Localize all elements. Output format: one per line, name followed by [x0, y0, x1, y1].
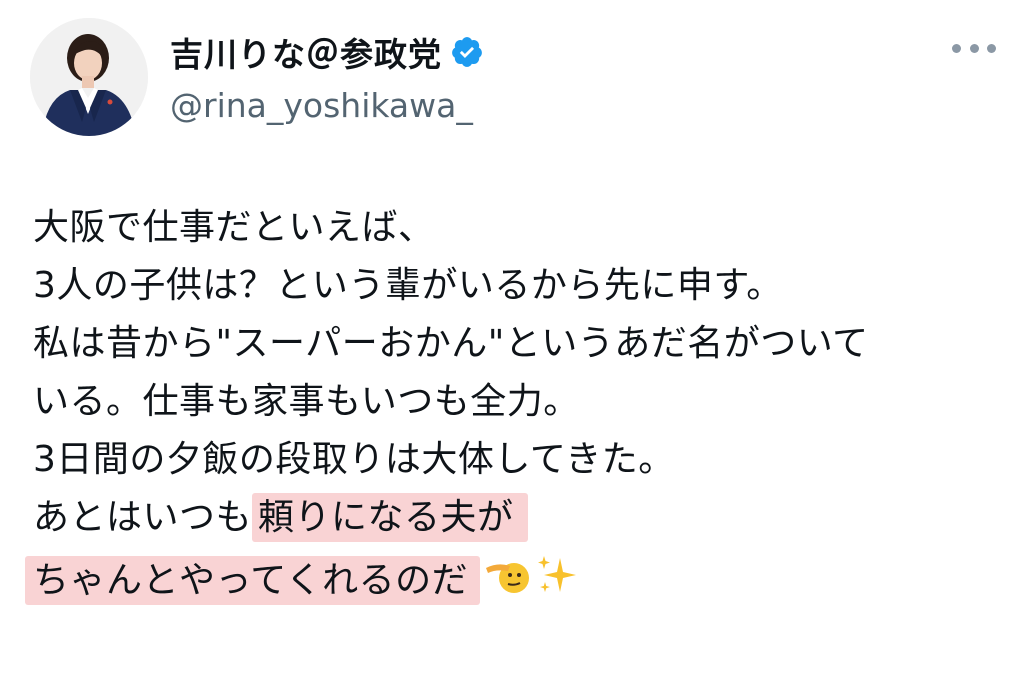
profile-photo-icon [30, 18, 148, 136]
avatar[interactable] [30, 18, 148, 136]
verified-badge-icon [450, 35, 484, 69]
tweet-line: あとはいつも 頼りになる夫が [33, 493, 993, 552]
tweet-line: 私は昔から"スーパーおかん"というあだ名がついて [33, 323, 869, 364]
more-dot [952, 43, 961, 53]
more-options-icon[interactable] [952, 38, 996, 58]
tweet-line: いる。仕事も家事もいつも全力。 [33, 381, 580, 422]
saluting-face-icon [484, 552, 530, 611]
tweet-card: 吉川りな＠参政党 @rina_yoshikawa_ 大阪で仕事だといえば、 3人… [0, 0, 1024, 674]
tweet-text: 大阪で仕事だといえば、 3人の子供は？という輩がいるから先に申す。 私は昔から"… [25, 204, 993, 611]
tweet-line: 大阪で仕事だといえば、 [33, 207, 435, 248]
tweet-line: 3人の子供は？という輩がいるから先に申す。 [33, 265, 783, 306]
more-dot [987, 43, 996, 53]
tweet-line-plain: あとはいつも [33, 497, 253, 538]
author-block: 吉川りな＠参政党 @rina_yoshikawa_ [170, 30, 484, 125]
user-handle[interactable]: @rina_yoshikawa_ [170, 86, 484, 125]
highlighted-text: 頼りになる夫が [252, 493, 528, 542]
sparkles-icon [534, 552, 580, 611]
tweet-line: ちゃんとやってくれるのだ [25, 552, 993, 611]
tweet-line: 3日間の夕飯の段取りは大体してきた。 [33, 439, 675, 480]
display-name[interactable]: 吉川りな＠参政党 [170, 28, 442, 76]
highlighted-text: ちゃんとやってくれるのだ [25, 555, 481, 605]
more-dot [969, 43, 979, 53]
